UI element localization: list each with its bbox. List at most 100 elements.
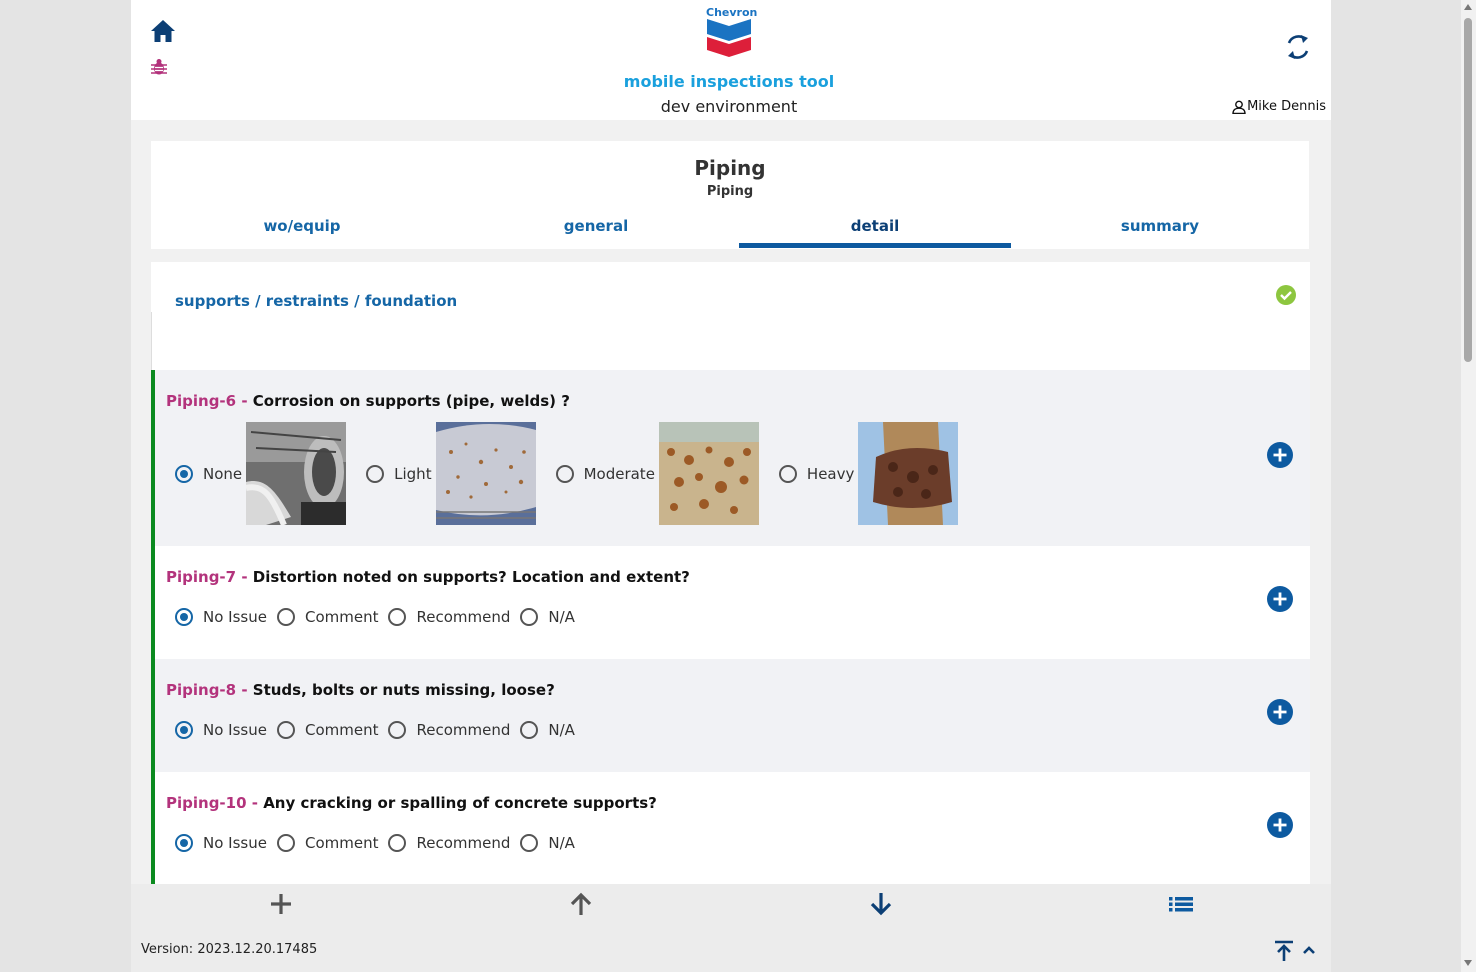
option-label: Moderate [583,464,655,483]
option-label: Recommend [416,608,511,626]
tab-general[interactable]: general [453,203,739,249]
version-label: Version: 2023.12.20.17485 [141,942,318,957]
app-header: Chevron mobile inspections tool dev envi… [131,0,1331,120]
bug-icon[interactable] [150,58,168,76]
radio-button[interactable] [778,464,797,483]
radio-button[interactable] [276,721,295,739]
radio-button[interactable] [276,608,295,626]
radio-button[interactable] [175,464,193,483]
radio-button[interactable] [175,721,193,739]
tab-bar: wo/equip general detail summary [151,203,1309,249]
question-text: Piping-7 - Distortion noted on supports?… [166,568,690,586]
option-group: No Issue Comment Recommend N/A [175,608,585,626]
add-detail-button[interactable] [1267,586,1293,612]
option-heavy[interactable]: Heavy [778,422,968,525]
option-label: N/A [548,608,575,626]
user-icon [1232,100,1246,114]
bottom-toolbar: Version: 2023.12.20.17485 [131,884,1331,972]
form-title: Piping [694,156,766,180]
question-piping-7: Piping-7 - Distortion noted on supports?… [155,546,1310,659]
radio-button[interactable] [520,834,539,852]
option-recommend[interactable]: Recommend [388,721,510,739]
question-text: Piping-8 - Studs, bolts or nuts missing,… [166,681,555,699]
user-name: Mike Dennis [1247,99,1326,114]
option-no-issue[interactable]: No Issue [175,834,267,852]
section-divider [151,312,152,370]
option-label: Comment [304,834,379,852]
option-no-issue[interactable]: No Issue [175,721,267,739]
option-label: No Issue [203,608,267,626]
radio-button[interactable] [520,721,539,739]
option-na[interactable]: N/A [520,721,575,739]
section-title: supports / restraints / foundation [175,292,458,310]
option-recommend[interactable]: Recommend [388,834,510,852]
question-label: Studs, bolts or nuts missing, loose? [252,681,555,699]
option-moderate[interactable]: Moderate [555,422,769,525]
option-label: Recommend [416,834,511,852]
option-label: None [203,464,243,483]
scroll-up-arrow[interactable] [1464,4,1472,10]
radio-button[interactable] [175,834,193,852]
app-title: mobile inspections tool [623,72,835,91]
page-scrollbar[interactable] [1461,0,1476,972]
question-text: Piping-10 - Any cracking or spalling of … [166,794,657,812]
photo-light-example[interactable] [435,422,536,525]
logo-wordmark: Chevron [706,6,758,19]
add-icon[interactable] [267,890,295,918]
scroll-down-arrow[interactable] [1464,960,1472,966]
question-code: Piping-6 - [166,392,253,410]
photo-none-example[interactable] [246,422,347,525]
option-label: No Issue [203,721,267,739]
radio-button[interactable] [555,464,574,483]
radio-button[interactable] [388,608,407,626]
arrow-up-icon[interactable] [567,890,595,918]
option-label: Light [394,464,432,483]
add-detail-button[interactable] [1267,699,1293,725]
option-label: Recommend [416,721,511,739]
option-comment[interactable]: Comment [276,721,379,739]
list-icon[interactable] [1167,890,1195,918]
radio-button[interactable] [388,721,407,739]
photo-heavy-example[interactable] [858,422,959,525]
question-label: Distortion noted on supports? Location a… [252,568,690,586]
tab-summary[interactable]: summary [1011,203,1309,249]
question-piping-8: Piping-8 - Studs, bolts or nuts missing,… [155,659,1310,772]
radio-button[interactable] [366,464,385,483]
add-detail-button[interactable] [1267,812,1293,838]
home-icon[interactable] [150,19,176,43]
radio-button[interactable] [520,608,539,626]
scroll-to-top-icon[interactable] [1273,940,1319,962]
section-header[interactable]: supports / restraints / foundation [151,262,1310,370]
add-detail-button[interactable] [1267,442,1293,468]
option-group: None Light Moderate Heavy [175,422,978,525]
option-na[interactable]: N/A [520,834,575,852]
option-label: Comment [304,721,379,739]
arrow-down-icon[interactable] [867,890,895,918]
radio-button[interactable] [388,834,407,852]
option-comment[interactable]: Comment [276,608,378,626]
question-code: Piping-7 - [166,568,253,586]
question-label: Corrosion on supports (pipe, welds) ? [252,392,570,410]
question-piping-6: Piping-6 - Corrosion on supports (pipe, … [155,370,1310,546]
chevron-logo: Chevron [706,6,758,60]
scrollbar-thumb[interactable] [1464,18,1472,362]
option-label: N/A [548,721,575,739]
sync-icon[interactable] [1283,32,1313,62]
option-label: No Issue [203,834,267,852]
option-no-issue[interactable]: No Issue [175,608,267,626]
option-label: N/A [548,834,575,852]
user-info[interactable]: Mike Dennis [1232,99,1326,114]
option-light[interactable]: Light [366,422,545,525]
option-recommend[interactable]: Recommend [388,608,510,626]
form-subtitle: Piping [706,184,754,199]
form-header: Piping Piping wo/equip general detail su… [151,141,1309,249]
app-container: Chevron mobile inspections tool dev envi… [131,0,1331,972]
option-none[interactable]: None [175,422,356,525]
option-comment[interactable]: Comment [276,834,379,852]
question-text: Piping-6 - Corrosion on supports (pipe, … [166,392,570,410]
tab-wo-equip[interactable]: wo/equip [151,203,453,249]
option-na[interactable]: N/A [520,608,575,626]
radio-button[interactable] [276,834,295,852]
photo-moderate-example[interactable] [658,422,759,525]
radio-button[interactable] [175,608,193,626]
